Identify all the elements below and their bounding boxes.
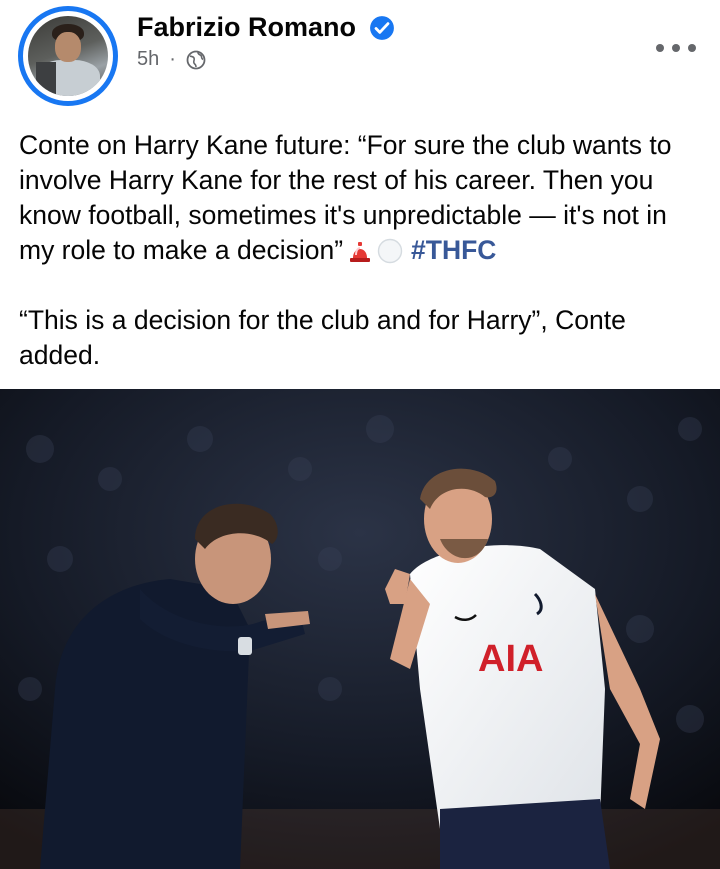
- post-header: Fabrizio Romano 5h ·: [0, 0, 720, 110]
- more-options-icon[interactable]: [656, 38, 696, 58]
- white-circle-icon: [377, 238, 403, 264]
- jersey-sponsor: AIA: [478, 638, 543, 680]
- meta-separator: ·: [169, 48, 176, 70]
- photo-illustration: AIA: [0, 389, 720, 869]
- post-body: Conte on Harry Kane future: “For sure th…: [19, 128, 709, 373]
- globe-icon[interactable]: [186, 50, 206, 70]
- author-name[interactable]: Fabrizio Romano: [137, 12, 356, 43]
- post-photo[interactable]: AIA: [0, 389, 720, 869]
- author-avatar[interactable]: [18, 6, 118, 106]
- hashtag-link[interactable]: #THFC: [411, 235, 496, 265]
- post-paragraph-2: “This is a decision for the club and for…: [19, 305, 626, 370]
- post-quote-1: Conte on Harry Kane future: “For sure th…: [19, 130, 672, 265]
- police-light-icon: [350, 242, 371, 262]
- post-meta: 5h ·: [137, 48, 206, 71]
- post-timestamp[interactable]: 5h: [137, 48, 159, 71]
- avatar-image: [28, 16, 108, 96]
- post-paragraph-1: Conte on Harry Kane future: “For sure th…: [19, 128, 709, 268]
- verified-badge-icon: [370, 16, 394, 40]
